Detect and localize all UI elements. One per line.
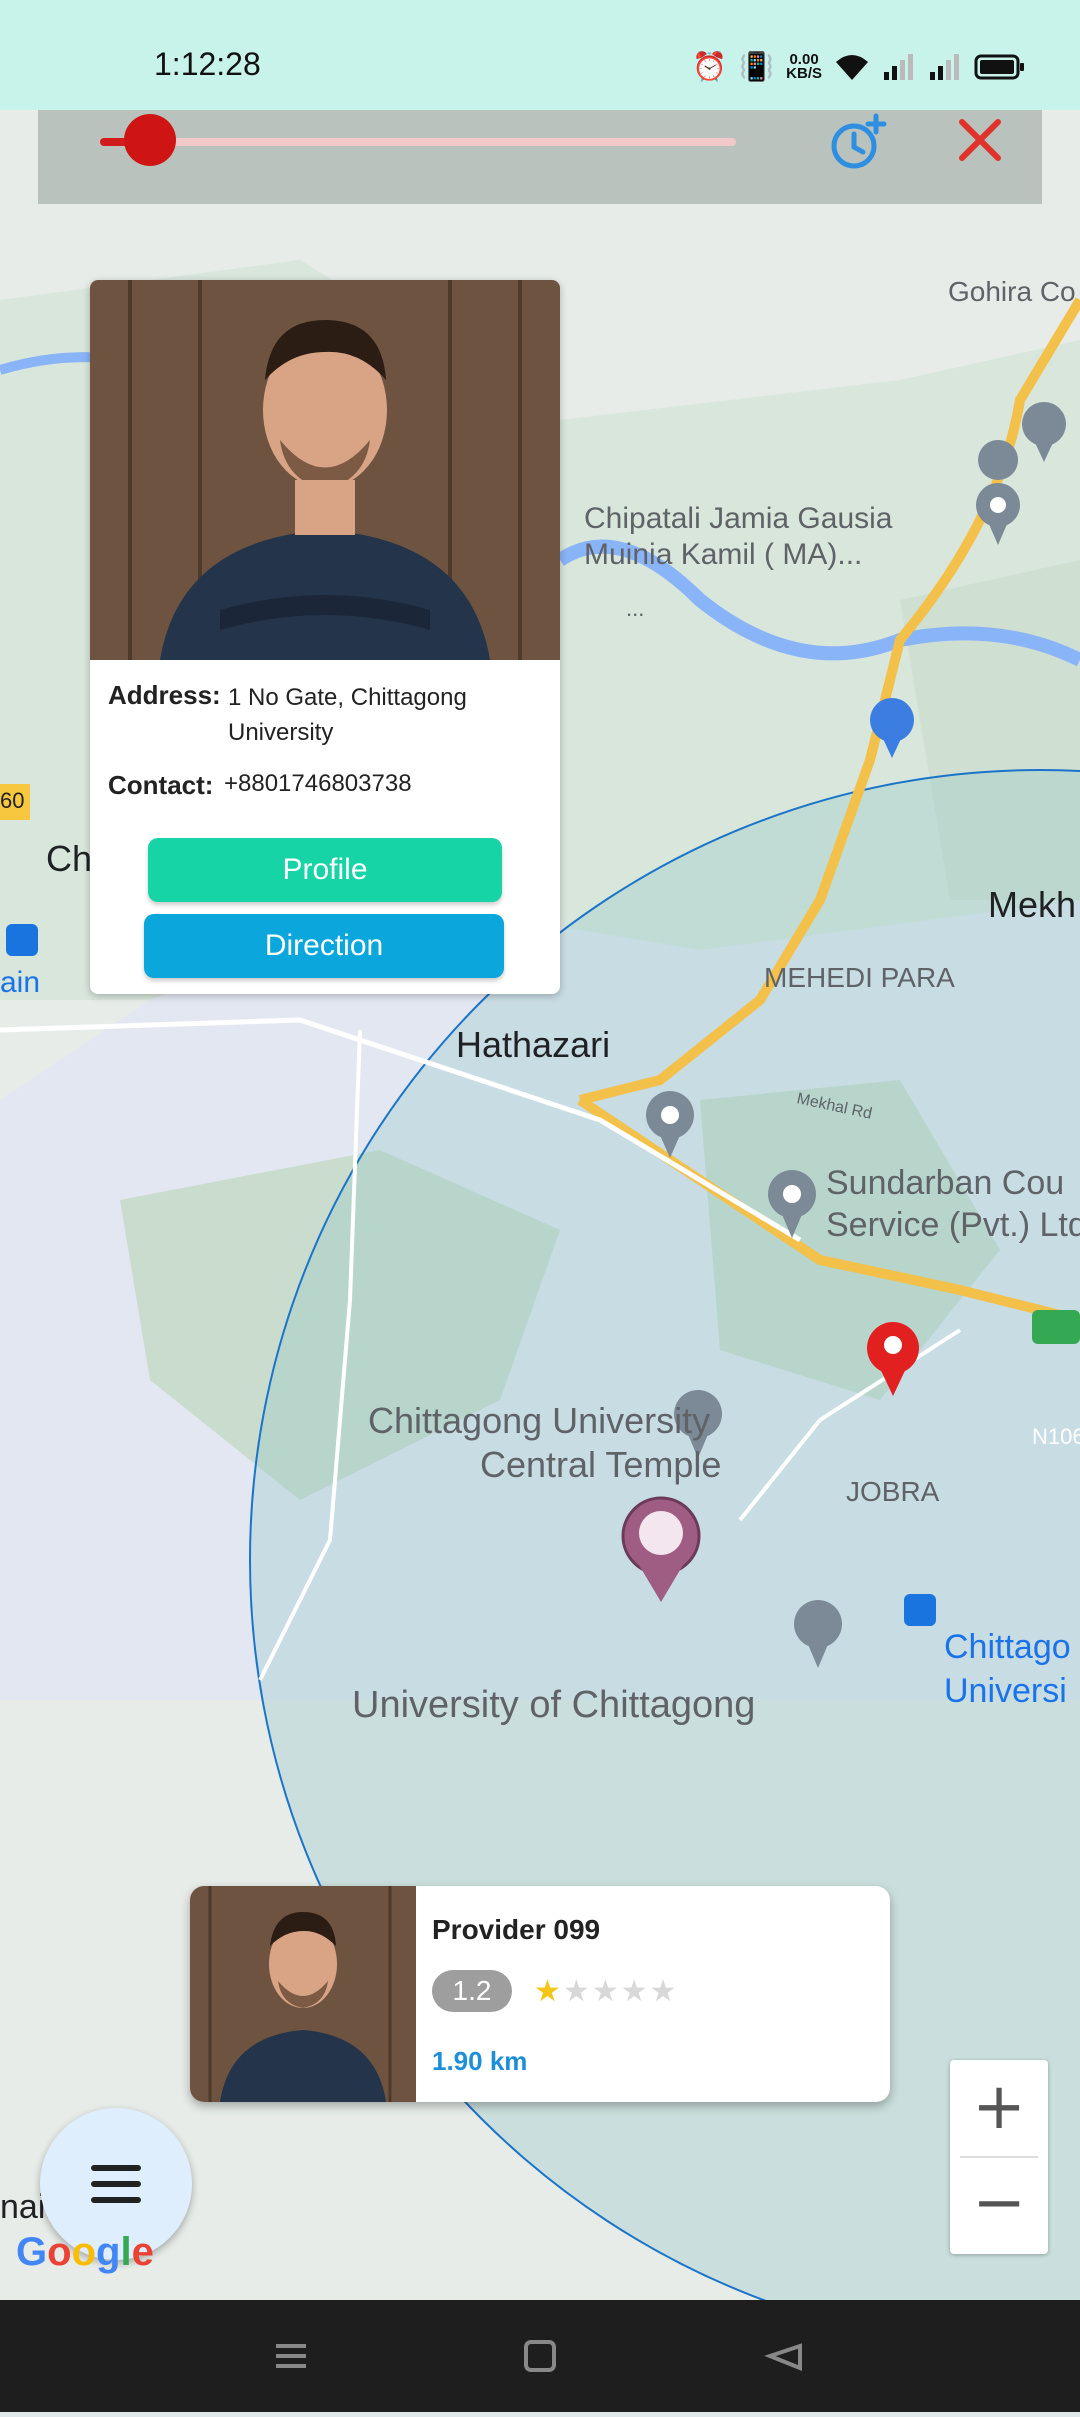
star-empty-icon: ★: [591, 1974, 621, 2009]
map-label-sundarban-2: Service (Pvt.) Ltd: [826, 1206, 1080, 1244]
map-label-chipatali-1: Chipatali Jamia Gausia: [584, 502, 893, 535]
signal-icon-2: [930, 53, 959, 80]
radius-slider-track[interactable]: [100, 138, 736, 146]
zoom-controls: + −: [950, 2060, 1048, 2254]
provider-photo: [190, 1886, 416, 2102]
address-value: 1 No Gate, Chittagong University: [228, 684, 467, 746]
star-empty-icon: ★: [620, 1974, 650, 2009]
status-icons: ⏰ 📳 0.00 KB/S: [692, 50, 1026, 83]
vibrate-icon: 📳: [739, 50, 775, 83]
provider-card[interactable]: Provider 099 1.2 ★★★★★ 1.90 km: [190, 1886, 890, 2102]
close-icon[interactable]: [952, 112, 1008, 168]
star-filled-icon: ★: [534, 1974, 563, 2009]
address-label: Address:: [108, 680, 221, 710]
map-label-jobra: JOBRA: [846, 1476, 940, 1507]
map-label-hathazari: Hathazari: [456, 1024, 611, 1065]
zoom-in-button[interactable]: +: [950, 2060, 1048, 2156]
map-label-n106: N106: [1032, 1424, 1080, 1449]
profile-button[interactable]: Profile: [148, 838, 502, 902]
signal-icon: [884, 53, 913, 80]
map-label-mehedi-para: MEHEDI PARA: [764, 962, 955, 993]
map-label-sundarban-1: Sundarban Cou: [826, 1164, 1065, 1202]
map-label-university: University of Chittagong: [352, 1684, 756, 1726]
status-bar: 1:12:28 ⏰ 📳 0.00 KB/S: [0, 0, 1080, 110]
map-label-gohira: Gohira Co: [948, 276, 1076, 307]
wifi-icon: [836, 54, 868, 80]
star-empty-icon: ★: [562, 1974, 592, 2009]
provider-name: Provider 099: [432, 1914, 601, 1945]
map-label-chittago-1: Chittago: [944, 1628, 1071, 1666]
map-label-mekh: Mekh: [988, 884, 1077, 925]
map-label-ain: ain: [0, 966, 41, 999]
network-speed: 0.00 KB/S: [786, 52, 822, 82]
contact-label: Contact:: [108, 770, 214, 800]
radius-slider-panel: [38, 110, 1042, 204]
map-label-road-60: 60: [0, 788, 25, 813]
map-label-chittago-2: Universi: [944, 1672, 1067, 1710]
map-label-ch: Ch: [46, 838, 93, 879]
zoom-out-button[interactable]: −: [950, 2158, 1048, 2254]
speed-unit: KB/S: [786, 64, 822, 82]
map-label-temple-2: Central Temple: [480, 1444, 722, 1485]
contact-value[interactable]: +8801746803738: [224, 770, 412, 798]
alarm-icon: ⏰: [692, 50, 728, 83]
map-label-temple-1: Chittagong University: [368, 1400, 711, 1441]
home-icon: [524, 2340, 556, 2372]
navigation-bar: [0, 2300, 1080, 2412]
star-empty-icon: ★: [649, 1974, 679, 2009]
distance-label: 1.90 km: [432, 2046, 528, 2076]
recent-apps-icon: [276, 2344, 306, 2368]
rating-badge: 1.2: [432, 1970, 512, 2012]
star-rating: ★★★★★: [534, 1974, 679, 2009]
back-icon: [764, 2343, 802, 2371]
clock-plus-icon[interactable]: [828, 112, 888, 172]
map-label-ellipsis: ...: [626, 596, 645, 621]
battery-icon: [974, 54, 1024, 79]
radius-slider-thumb[interactable]: [124, 114, 176, 166]
google-logo: Google: [16, 2230, 154, 2274]
provider-info-card: Address: 1 No Gate, Chittagong Universit…: [90, 280, 560, 994]
provider-photo-large: [90, 280, 560, 660]
map-label-chipatali-2: Muinia Kamil ( MA)...: [584, 538, 863, 571]
direction-button[interactable]: Direction: [144, 914, 504, 978]
status-time: 1:12:28: [154, 46, 261, 82]
